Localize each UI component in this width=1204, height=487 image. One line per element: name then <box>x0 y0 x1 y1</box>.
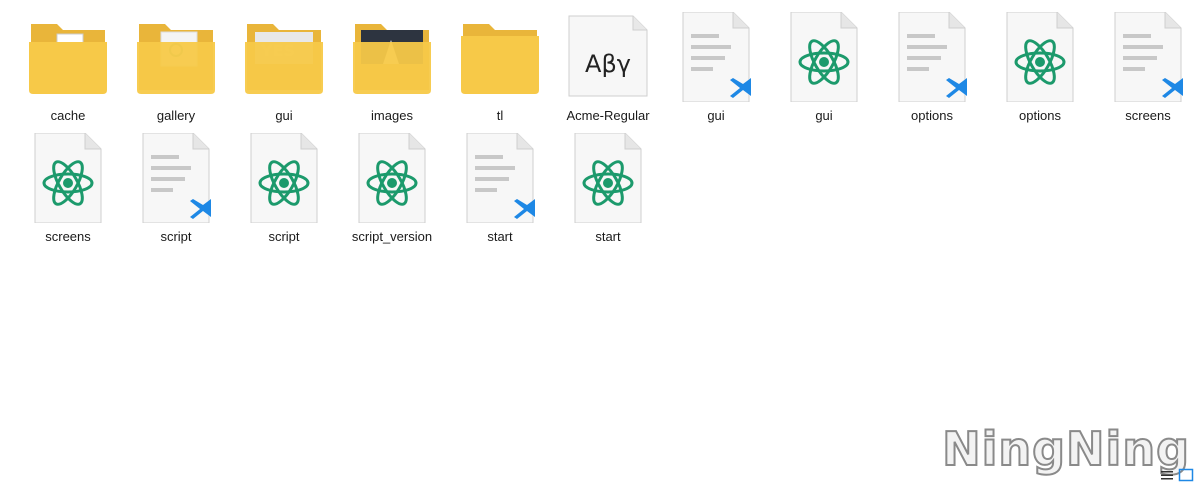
item-label: start <box>595 229 621 244</box>
folder-icon <box>353 24 431 94</box>
file-script-atom[interactable]: script <box>232 133 336 249</box>
folder-icon <box>29 24 107 94</box>
item-label: tl <box>496 108 504 123</box>
folder-images[interactable]: images <box>340 12 444 128</box>
folder-icon: YES <box>245 24 323 94</box>
item-label: script <box>268 229 300 244</box>
watermark: NingNing <box>941 421 1190 477</box>
item-label: gui <box>707 108 725 123</box>
folder-gallery[interactable]: gallery <box>124 12 228 128</box>
folder-gui[interactable]: YES gui <box>232 12 336 128</box>
font-sample: Aβγ <box>585 50 631 78</box>
file-explorer-view: { "items": [ {"label":"cache","kind":"fo… <box>0 0 1204 484</box>
atom-file-icon <box>1006 12 1074 102</box>
item-label: gallery <box>156 108 196 123</box>
file-screens-atom[interactable]: screens <box>16 133 120 249</box>
file-options-vscode[interactable]: options <box>880 12 984 128</box>
folder-tl[interactable]: tl <box>448 12 552 128</box>
folder-icon <box>461 24 539 94</box>
atom-file-icon <box>34 133 102 223</box>
details-view-icon[interactable] <box>1159 468 1175 482</box>
item-label: cache <box>50 108 86 123</box>
file-script-vscode[interactable]: script <box>124 133 228 249</box>
view-toggle <box>1159 468 1194 482</box>
vscode-file-icon <box>682 12 751 102</box>
file-start-atom[interactable]: start <box>556 133 660 249</box>
item-label: script <box>160 229 192 244</box>
atom-file-icon <box>574 133 642 223</box>
file-options-atom[interactable]: options <box>988 12 1092 128</box>
folder-cache[interactable]: cache <box>16 12 120 128</box>
atom-file-icon <box>358 133 426 223</box>
font-file-acme-regular[interactable]: Aβγ Acme-Regular <box>556 12 660 128</box>
file-gui-atom[interactable]: gui <box>772 12 876 128</box>
item-label: Acme-Regular <box>566 108 650 123</box>
item-label: screens <box>1125 108 1171 123</box>
vscode-file-icon <box>1114 12 1183 102</box>
item-label: script_version <box>351 229 433 244</box>
file-screens-vscode[interactable]: screens <box>1096 12 1200 128</box>
large-icons-view-icon[interactable] <box>1178 468 1194 482</box>
item-label: gui <box>815 108 833 123</box>
item-label: screens <box>45 229 91 244</box>
item-label: gui <box>275 108 293 123</box>
atom-file-icon <box>790 12 858 102</box>
item-label: start <box>487 229 513 244</box>
item-label: images <box>371 108 413 123</box>
vscode-file-icon <box>466 133 535 223</box>
item-label: options <box>911 108 953 123</box>
folder-icon <box>137 24 215 94</box>
atom-file-icon <box>250 133 318 223</box>
item-label: options <box>1019 108 1061 123</box>
vscode-file-icon <box>142 133 211 223</box>
file-script-version-atom[interactable]: script_version <box>340 133 444 249</box>
file-start-vscode[interactable]: start <box>448 133 552 249</box>
file-gui-vscode[interactable]: gui <box>664 12 768 128</box>
vscode-file-icon <box>898 12 967 102</box>
